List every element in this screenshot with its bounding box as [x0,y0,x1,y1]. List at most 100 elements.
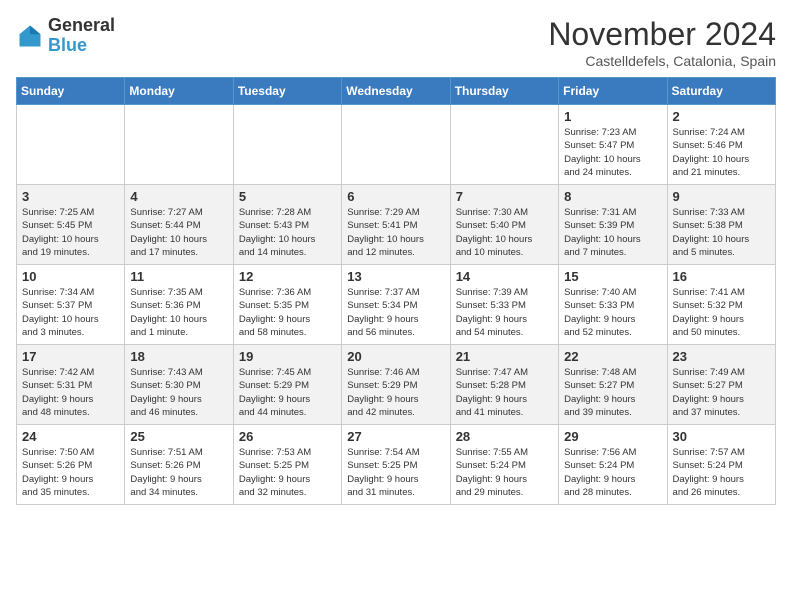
day-cell [450,105,558,185]
day-number: 11 [130,269,227,284]
day-number: 20 [347,349,444,364]
day-cell: 9Sunrise: 7:33 AM Sunset: 5:38 PM Daylig… [667,185,775,265]
week-row-3: 10Sunrise: 7:34 AM Sunset: 5:37 PM Dayli… [17,265,776,345]
day-number: 5 [239,189,336,204]
day-cell: 16 Sunrise: 7:41 AM Sunset: 5:32 PM Dayli… [667,265,775,345]
day-cell: 29 Sunrise: 7:56 AM Sunset: 5:24 PM Dayli… [559,425,667,505]
day-info: Sunrise: 7:51 AM Sunset: 5:26 PM Dayligh… [130,446,227,499]
day-info: Sunrise: 7:50 AM Sunset: 5:26 PM Dayligh… [22,446,119,499]
logo: General Blue [16,16,115,56]
day-info: Sunrise: 7:29 AM Sunset: 5:41 PM Dayligh… [347,206,444,259]
day-cell: 25 Sunrise: 7:51 AM Sunset: 5:26 PM Dayli… [125,425,233,505]
header-cell-saturday: Saturday [667,78,775,105]
day-number: 27 [347,429,444,444]
day-cell: 3Sunrise: 7:25 AM Sunset: 5:45 PM Daylig… [17,185,125,265]
day-cell: 15 Sunrise: 7:40 AM Sunset: 5:33 PM Dayli… [559,265,667,345]
week-row-4: 17Sunrise: 7:42 AM Sunset: 5:31 PM Dayli… [17,345,776,425]
header-cell-thursday: Thursday [450,78,558,105]
day-number: 29 [564,429,661,444]
day-number: 28 [456,429,553,444]
month-title: November 2024 [548,16,776,53]
week-row-5: 24Sunrise: 7:50 AM Sunset: 5:26 PM Dayli… [17,425,776,505]
calendar-table: SundayMondayTuesdayWednesdayThursdayFrid… [16,77,776,505]
header-cell-tuesday: Tuesday [233,78,341,105]
day-number: 30 [673,429,770,444]
day-cell: 7Sunrise: 7:30 AM Sunset: 5:40 PM Daylig… [450,185,558,265]
day-number: 16 [673,269,770,284]
day-number: 17 [22,349,119,364]
day-number: 22 [564,349,661,364]
day-number: 15 [564,269,661,284]
day-info: Sunrise: 7:55 AM Sunset: 5:24 PM Dayligh… [456,446,553,499]
location-subtitle: Castelldefels, Catalonia, Spain [548,53,776,69]
day-number: 4 [130,189,227,204]
week-row-2: 3Sunrise: 7:25 AM Sunset: 5:45 PM Daylig… [17,185,776,265]
day-number: 6 [347,189,444,204]
day-cell: 20Sunrise: 7:46 AM Sunset: 5:29 PM Dayli… [342,345,450,425]
day-info: Sunrise: 7:28 AM Sunset: 5:43 PM Dayligh… [239,206,336,259]
header-cell-monday: Monday [125,78,233,105]
day-info: Sunrise: 7:54 AM Sunset: 5:25 PM Dayligh… [347,446,444,499]
day-info: Sunrise: 7:36 AM Sunset: 5:35 PM Dayligh… [239,286,336,339]
day-number: 25 [130,429,227,444]
day-cell [125,105,233,185]
day-info: Sunrise: 7:41 AM Sunset: 5:32 PM Dayligh… [673,286,770,339]
day-info: Sunrise: 7:34 AM Sunset: 5:37 PM Dayligh… [22,286,119,339]
day-cell: 2 Sunrise: 7:24 AM Sunset: 5:46 PM Daylig… [667,105,775,185]
day-info: Sunrise: 7:37 AM Sunset: 5:34 PM Dayligh… [347,286,444,339]
header-cell-sunday: Sunday [17,78,125,105]
day-cell: 22 Sunrise: 7:48 AM Sunset: 5:27 PM Dayli… [559,345,667,425]
day-info: Sunrise: 7:57 AM Sunset: 5:24 PM Dayligh… [673,446,770,499]
day-number: 21 [456,349,553,364]
day-cell: 14 Sunrise: 7:39 AM Sunset: 5:33 PM Dayli… [450,265,558,345]
day-cell: 19 Sunrise: 7:45 AM Sunset: 5:29 PM Dayli… [233,345,341,425]
day-info: Sunrise: 7:48 AM Sunset: 5:27 PM Dayligh… [564,366,661,419]
calendar-header: SundayMondayTuesdayWednesdayThursdayFrid… [17,78,776,105]
day-number: 2 [673,109,770,124]
day-info: Sunrise: 7:39 AM Sunset: 5:33 PM Dayligh… [456,286,553,339]
day-info: Sunrise: 7:27 AM Sunset: 5:44 PM Dayligh… [130,206,227,259]
day-info: Sunrise: 7:35 AM Sunset: 5:36 PM Dayligh… [130,286,227,339]
day-info: Sunrise: 7:31 AM Sunset: 5:39 PM Dayligh… [564,206,661,259]
day-info: Sunrise: 7:47 AM Sunset: 5:28 PM Dayligh… [456,366,553,419]
header-cell-friday: Friday [559,78,667,105]
day-cell: 6 Sunrise: 7:29 AM Sunset: 5:41 PM Daylig… [342,185,450,265]
day-cell: 1Sunrise: 7:23 AM Sunset: 5:47 PM Daylig… [559,105,667,185]
day-info: Sunrise: 7:49 AM Sunset: 5:27 PM Dayligh… [673,366,770,419]
day-cell: 10Sunrise: 7:34 AM Sunset: 5:37 PM Dayli… [17,265,125,345]
day-info: Sunrise: 7:24 AM Sunset: 5:46 PM Dayligh… [673,126,770,179]
day-cell: 4 Sunrise: 7:27 AM Sunset: 5:44 PM Daylig… [125,185,233,265]
day-number: 8 [564,189,661,204]
logo-blue-text: Blue [48,35,87,55]
day-number: 23 [673,349,770,364]
day-cell: 26 Sunrise: 7:53 AM Sunset: 5:25 PM Dayli… [233,425,341,505]
day-cell: 11 Sunrise: 7:35 AM Sunset: 5:36 PM Dayli… [125,265,233,345]
calendar-body: 1Sunrise: 7:23 AM Sunset: 5:47 PM Daylig… [17,105,776,505]
day-info: Sunrise: 7:30 AM Sunset: 5:40 PM Dayligh… [456,206,553,259]
day-number: 14 [456,269,553,284]
header-cell-wednesday: Wednesday [342,78,450,105]
day-number: 9 [673,189,770,204]
day-cell: 21 Sunrise: 7:47 AM Sunset: 5:28 PM Dayli… [450,345,558,425]
day-cell [233,105,341,185]
day-number: 18 [130,349,227,364]
day-number: 3 [22,189,119,204]
day-cell: 8 Sunrise: 7:31 AM Sunset: 5:39 PM Daylig… [559,185,667,265]
day-info: Sunrise: 7:45 AM Sunset: 5:29 PM Dayligh… [239,366,336,419]
day-info: Sunrise: 7:40 AM Sunset: 5:33 PM Dayligh… [564,286,661,339]
day-cell: 17Sunrise: 7:42 AM Sunset: 5:31 PM Dayli… [17,345,125,425]
day-number: 26 [239,429,336,444]
title-area: November 2024 Castelldefels, Catalonia, … [548,16,776,69]
day-info: Sunrise: 7:56 AM Sunset: 5:24 PM Dayligh… [564,446,661,499]
day-cell: 24Sunrise: 7:50 AM Sunset: 5:26 PM Dayli… [17,425,125,505]
week-row-1: 1Sunrise: 7:23 AM Sunset: 5:47 PM Daylig… [17,105,776,185]
day-number: 13 [347,269,444,284]
day-cell: 12Sunrise: 7:36 AM Sunset: 5:35 PM Dayli… [233,265,341,345]
logo-icon [16,22,44,50]
day-cell: 27 Sunrise: 7:54 AM Sunset: 5:25 PM Dayli… [342,425,450,505]
day-number: 1 [564,109,661,124]
day-number: 19 [239,349,336,364]
header: General Blue November 2024 Castelldefels… [16,16,776,69]
day-cell: 23 Sunrise: 7:49 AM Sunset: 5:27 PM Dayli… [667,345,775,425]
day-info: Sunrise: 7:53 AM Sunset: 5:25 PM Dayligh… [239,446,336,499]
